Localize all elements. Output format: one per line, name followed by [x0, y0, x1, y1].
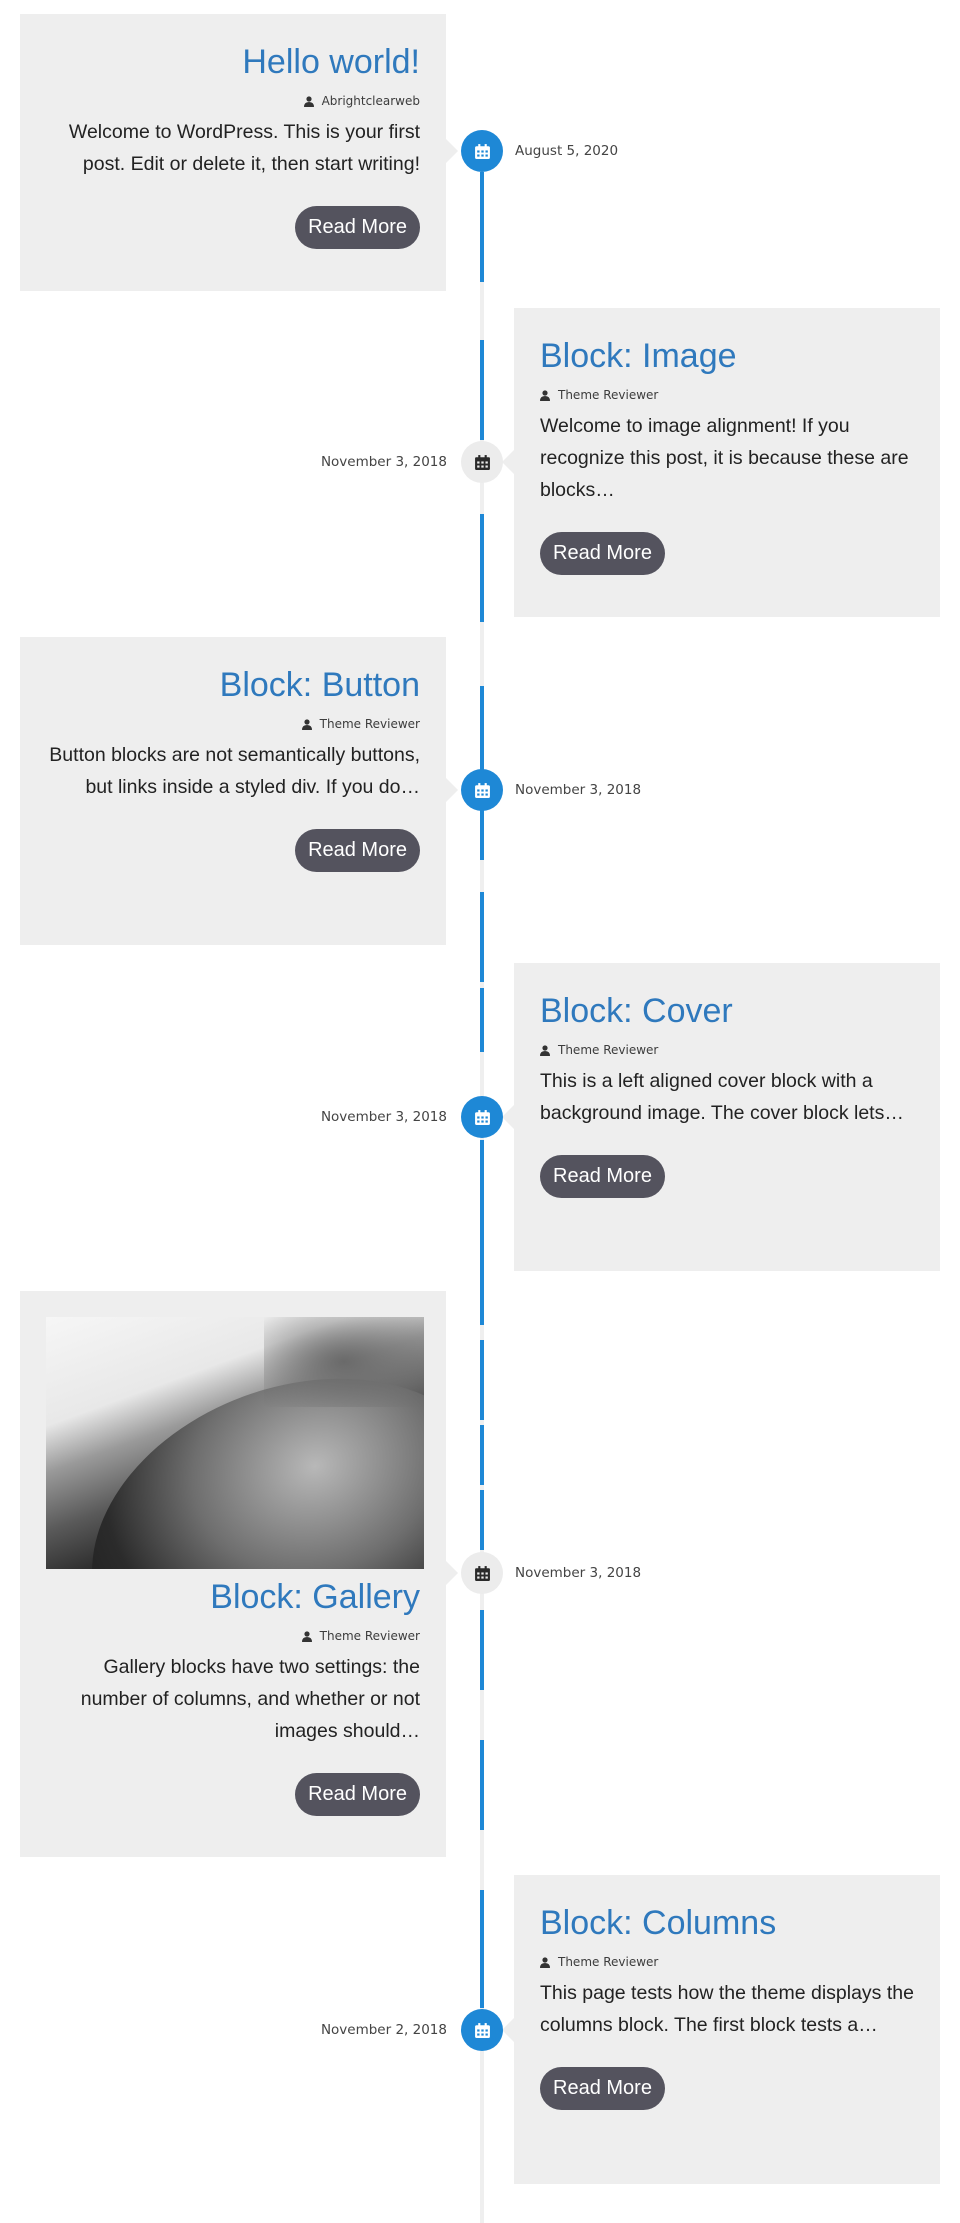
- timeline-segment: [480, 1185, 484, 1325]
- timeline-segment: [480, 514, 484, 622]
- post-excerpt: Welcome to image alignment! If you recog…: [540, 415, 909, 501]
- post-date: November 2, 2018: [320, 2022, 447, 2038]
- post-date: November 3, 2018: [515, 782, 642, 798]
- timeline-segment: [480, 340, 484, 440]
- post-title[interactable]: Block: Columns: [540, 1901, 914, 1945]
- read-more-button[interactable]: Read More: [540, 2067, 665, 2110]
- timeline-segment: [480, 1425, 484, 1485]
- post-title[interactable]: Hello world!: [46, 40, 420, 84]
- timeline-segment: [480, 810, 484, 860]
- post-date: November 3, 2018: [320, 454, 447, 470]
- post-title[interactable]: Block: Cover: [540, 989, 914, 1033]
- author-name[interactable]: Abrightclearweb: [322, 92, 420, 110]
- timeline-segment: [480, 892, 484, 982]
- calendar-icon: [474, 782, 490, 798]
- author-name[interactable]: Theme Reviewer: [558, 1041, 658, 1059]
- calendar-icon: [474, 454, 490, 470]
- read-more-button[interactable]: Read More: [295, 1773, 420, 1816]
- timeline-segment: [480, 1140, 484, 1190]
- post-date: November 3, 2018: [515, 1565, 642, 1581]
- post-excerpt: This page tests how the theme displays t…: [540, 1982, 914, 2036]
- author-name[interactable]: Theme Reviewer: [320, 715, 420, 733]
- post-card: Block: Columns Theme Reviewer This page …: [502, 1875, 940, 2184]
- post-author: Theme Reviewer: [540, 386, 914, 404]
- post-card: Block: Cover Theme Reviewer This is a le…: [502, 963, 940, 1271]
- post-excerpt: Button blocks are not semantically butto…: [49, 744, 420, 798]
- calendar-icon: [474, 143, 490, 159]
- user-icon: [303, 95, 314, 107]
- post-excerpt: Welcome to WordPress. This is your first…: [68, 121, 420, 175]
- author-name[interactable]: Theme Reviewer: [320, 1627, 420, 1645]
- author-name[interactable]: Theme Reviewer: [558, 1953, 658, 1971]
- post-author: Abrightclearweb: [46, 92, 420, 110]
- date-marker: [461, 130, 503, 172]
- timeline-segment: [480, 1490, 484, 1550]
- date-marker: [461, 1096, 503, 1138]
- user-icon: [301, 1630, 312, 1642]
- author-name[interactable]: Theme Reviewer: [558, 386, 658, 404]
- post-author: Theme Reviewer: [46, 715, 420, 733]
- read-more-button[interactable]: Read More: [540, 1155, 665, 1198]
- post-title[interactable]: Block: Button: [46, 663, 420, 707]
- timeline-segment: [480, 1610, 484, 1690]
- post-excerpt: This is a left aligned cover block with …: [540, 1070, 904, 1124]
- post-excerpt: Gallery blocks have two settings: the nu…: [80, 1656, 420, 1742]
- post-title[interactable]: Block: Gallery: [46, 1575, 420, 1619]
- calendar-icon: [474, 1565, 490, 1581]
- calendar-icon: [474, 1109, 490, 1125]
- user-icon: [540, 1044, 550, 1056]
- read-more-button[interactable]: Read More: [295, 206, 420, 249]
- post-date: August 5, 2020: [515, 143, 619, 159]
- timeline-segment: [480, 172, 484, 282]
- user-icon: [540, 1956, 550, 1968]
- read-more-button[interactable]: Read More: [540, 532, 665, 575]
- timeline-segment: [480, 988, 484, 1052]
- timeline-segment: [480, 1890, 484, 2008]
- post-thumbnail[interactable]: [46, 1317, 424, 1569]
- date-marker: [461, 2009, 503, 2051]
- timeline-segment: [480, 1740, 484, 1830]
- timeline-segment: [480, 1340, 484, 1420]
- post-card: Block: Button Theme Reviewer Button bloc…: [20, 637, 458, 945]
- calendar-icon: [474, 2022, 490, 2038]
- post-author: Theme Reviewer: [540, 1041, 914, 1059]
- post-card: Hello world! Abrightclearweb Welcome to …: [20, 14, 458, 291]
- timeline-segment: [480, 686, 484, 770]
- post-card: Block: Gallery Theme Reviewer Gallery bl…: [20, 1291, 458, 1857]
- date-marker: [461, 769, 503, 811]
- user-icon: [540, 389, 550, 401]
- post-title[interactable]: Block: Image: [540, 334, 914, 378]
- post-author: Theme Reviewer: [46, 1627, 420, 1645]
- date-marker: [461, 441, 503, 483]
- read-more-button[interactable]: Read More: [295, 829, 420, 872]
- date-marker: [461, 1552, 503, 1594]
- post-date: November 3, 2018: [320, 1109, 447, 1125]
- post-card: Block: Image Theme Reviewer Welcome to i…: [502, 308, 940, 617]
- post-author: Theme Reviewer: [540, 1953, 914, 1971]
- user-icon: [301, 718, 312, 730]
